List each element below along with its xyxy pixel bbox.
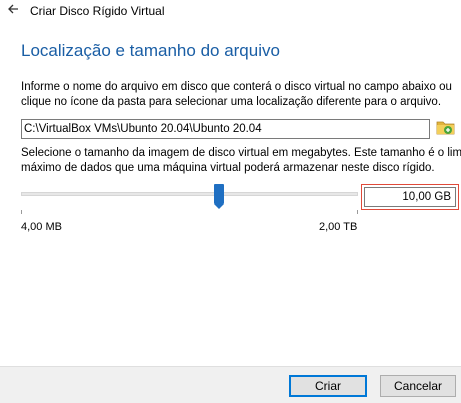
folder-icon[interactable] bbox=[436, 117, 456, 137]
page-heading: Localização e tamanho do arquivo bbox=[21, 41, 280, 60]
window-title: Criar Disco Rígido Virtual bbox=[30, 4, 165, 18]
button-bar: Criar Cancelar bbox=[0, 366, 461, 403]
cancel-button[interactable]: Cancelar bbox=[380, 375, 456, 397]
slider-thumb[interactable] bbox=[214, 184, 224, 209]
size-slider[interactable] bbox=[21, 183, 358, 221]
slider-tick bbox=[21, 210, 22, 214]
slider-tick bbox=[357, 210, 358, 214]
file-instructions-line: clique no ícone da pasta para selecionar… bbox=[21, 96, 442, 108]
slider-max-label: 2,00 TB bbox=[319, 221, 358, 233]
file-instructions: Informe o nome do arquivo em disco que c… bbox=[21, 80, 452, 110]
size-input[interactable] bbox=[364, 187, 456, 207]
size-instructions-line: máximo de dados que uma máquina virtual … bbox=[21, 162, 435, 174]
size-instructions: Selecione o tamanho da imagem de disco v… bbox=[21, 146, 461, 176]
file-path-input[interactable] bbox=[21, 119, 430, 139]
slider-min-label: 4,00 MB bbox=[21, 221, 62, 233]
file-instructions-line: Informe o nome do arquivo em disco que c… bbox=[21, 81, 452, 93]
back-arrow-icon[interactable] bbox=[6, 2, 20, 16]
size-instructions-line: Selecione o tamanho da imagem de disco v… bbox=[21, 147, 461, 159]
slider-track[interactable] bbox=[21, 192, 358, 196]
create-button[interactable]: Criar bbox=[289, 375, 367, 397]
size-field-highlight bbox=[361, 184, 459, 210]
title-bar: Criar Disco Rígido Virtual bbox=[0, 0, 461, 22]
